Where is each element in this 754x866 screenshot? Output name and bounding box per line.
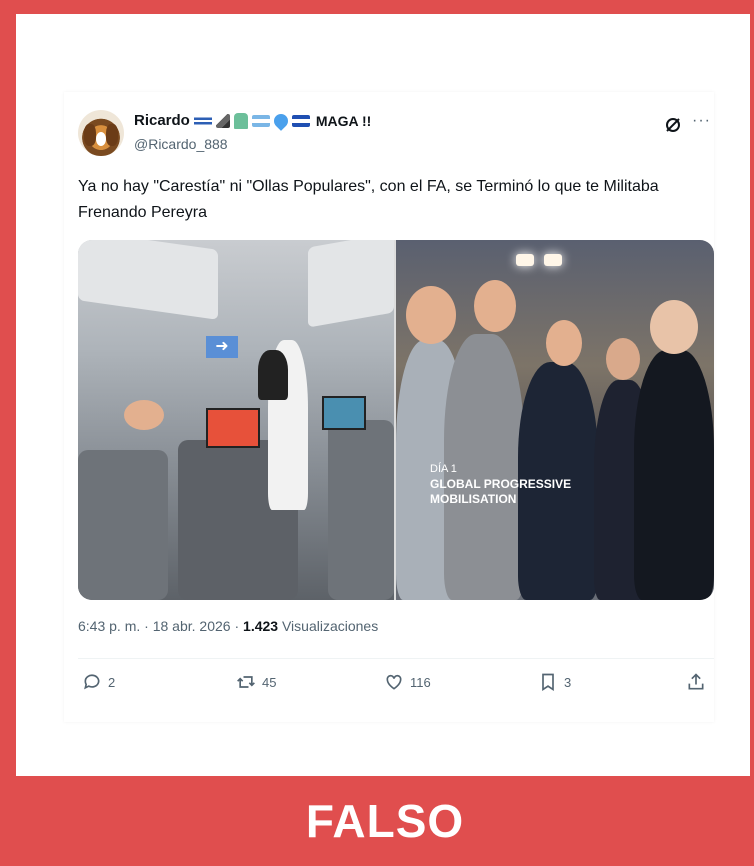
tweet-meta: 6:43 p. m. · 18 abr. 2026 · 1.423 Visual… xyxy=(78,618,379,634)
verdict-label: FALSO xyxy=(305,795,465,847)
views-count: 1.423 xyxy=(243,618,279,634)
divider xyxy=(78,658,714,659)
author-name-row: Ricardo MAGA !! xyxy=(134,110,372,131)
share-button[interactable] xyxy=(686,672,706,692)
grok-icon[interactable] xyxy=(664,116,682,134)
stage-lights xyxy=(516,254,586,284)
tweet-time[interactable]: 6:43 p. m. xyxy=(78,618,140,634)
like-button[interactable]: 116 xyxy=(384,672,431,692)
avatar[interactable] xyxy=(78,110,124,156)
repost-count: 45 xyxy=(262,674,277,690)
reply-icon xyxy=(84,674,100,690)
event-group-photo[interactable]: DÍA 1 GLOBAL PROGRESSIVE MOBILISATION xyxy=(396,240,714,600)
author-handle[interactable]: @Ricardo_888 xyxy=(134,136,228,152)
bookmark-icon xyxy=(542,673,554,692)
reply-count: 2 xyxy=(108,674,116,690)
repost-button[interactable]: 45 xyxy=(236,672,276,692)
name-suffix: MAGA !! xyxy=(315,112,372,129)
display-name[interactable]: Ricardo xyxy=(134,112,190,129)
tweet-actions: 2 45 116 3 xyxy=(78,672,714,702)
mountain-icon xyxy=(215,113,230,128)
argentina-flag-icon xyxy=(251,114,270,127)
el-salvador-flag-icon xyxy=(291,114,310,127)
more-options-icon[interactable]: ··· xyxy=(692,112,711,130)
bookmark-button[interactable]: 3 xyxy=(538,672,571,692)
arrow-sign-icon: ➜ xyxy=(206,336,238,358)
airplane-cabin-photo[interactable]: ➜ xyxy=(78,240,394,600)
photo-caption: DÍA 1 GLOBAL PROGRESSIVE MOBILISATION xyxy=(430,463,572,506)
verdict-banner: FALSO xyxy=(16,776,754,866)
tweet-text: Ya no hay "Carestía" ni "Ollas Populares… xyxy=(78,178,659,221)
blue-heart-icon xyxy=(270,110,291,131)
bookmark-count: 3 xyxy=(564,674,572,690)
views-label: Visualizaciones xyxy=(281,618,379,634)
share-icon xyxy=(688,673,704,690)
repost-icon xyxy=(237,676,255,688)
reply-button[interactable]: 2 xyxy=(82,672,115,692)
heart-icon xyxy=(386,674,402,690)
tweet-date[interactable]: 18 abr. 2026 xyxy=(153,618,231,634)
statue-of-liberty-icon xyxy=(233,112,248,129)
tweet-media[interactable]: ➜ DÍA 1 GLOBAL PROGRESSIVE MOBILISATION xyxy=(78,240,714,600)
like-count: 116 xyxy=(410,674,431,690)
uruguay-flag-icon xyxy=(193,114,212,127)
tweet-card: Ricardo MAGA !! @Ricardo_888 ··· Ya no h… xyxy=(64,92,714,722)
